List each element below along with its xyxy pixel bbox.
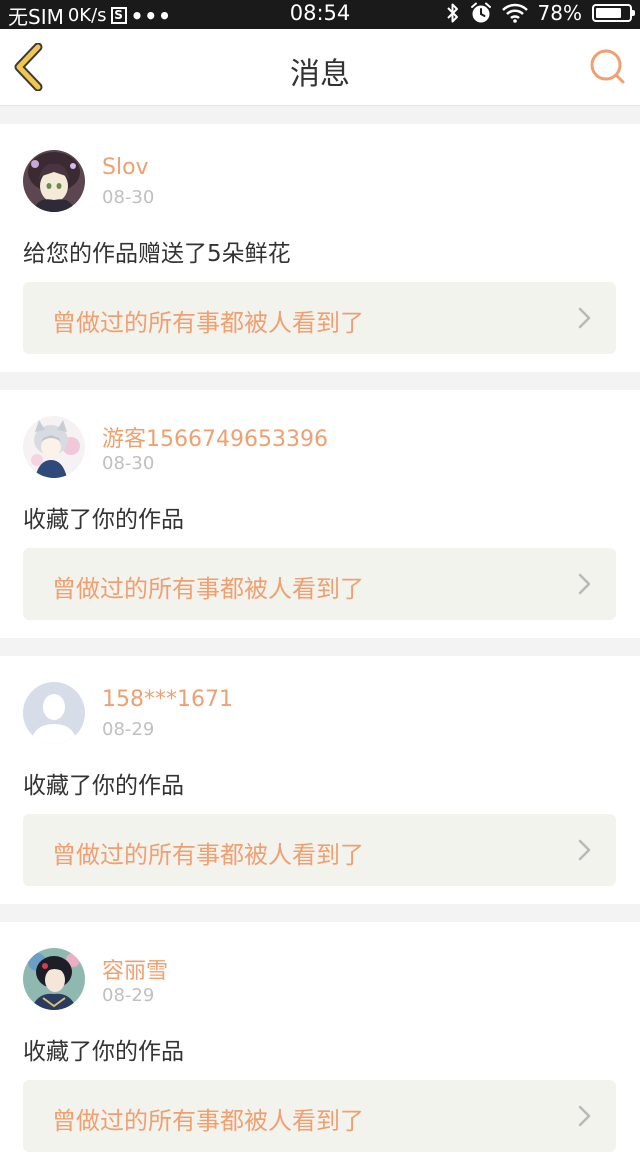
battery-icon <box>592 4 635 22</box>
search-icon <box>590 49 625 84</box>
battery-fill <box>596 8 621 18</box>
message-text: 收藏了你的作品 <box>23 507 184 533</box>
message-text: 给您的作品赠送了5朵鲜花 <box>23 241 291 267</box>
message-date: 08-29 <box>102 719 155 740</box>
work-title: 曾做过的所有事都被人看到了 <box>52 575 364 603</box>
anime-boy-avatar-icon <box>23 416 85 478</box>
work-link[interactable]: 曾做过的所有事都被人看到了 <box>23 548 616 620</box>
message-card: 容丽雪 08-29 收藏了你的作品 曾做过的所有事都被人看到了 <box>0 922 640 1170</box>
wifi-icon <box>501 3 528 23</box>
work-title: 曾做过的所有事都被人看到了 <box>52 1107 364 1135</box>
work-title: 曾做过的所有事都被人看到了 <box>52 309 364 337</box>
battery-percent: 78% <box>537 1 582 25</box>
message-date: 08-30 <box>102 187 155 208</box>
work-title: 曾做过的所有事都被人看到了 <box>52 841 364 869</box>
avatar[interactable] <box>23 682 85 744</box>
avatar[interactable] <box>23 150 85 212</box>
nav-bar: 消息 <box>0 29 640 106</box>
username[interactable]: 158***1671 <box>102 687 233 712</box>
message-text: 收藏了你的作品 <box>23 1039 184 1065</box>
status-bar: 无SIM 0K/s S ••• 08:54 78% <box>0 0 640 29</box>
anime-girl-avatar-icon <box>23 150 85 212</box>
status-right: 78% <box>446 1 635 25</box>
message-list: Slov 08-30 给您的作品赠送了5朵鲜花 曾做过的所有事都被人看到了 游客… <box>0 106 640 1170</box>
avatar[interactable] <box>23 948 85 1010</box>
message-card: 158***1671 08-29 收藏了你的作品 曾做过的所有事都被人看到了 <box>0 656 640 904</box>
message-card: 游客1566749653396 08-30 收藏了你的作品 曾做过的所有事都被人… <box>0 390 640 638</box>
username[interactable]: 游客1566749653396 <box>102 421 328 453</box>
message-text: 收藏了你的作品 <box>23 773 184 799</box>
default-user-avatar-icon <box>23 682 85 744</box>
username[interactable]: Slov <box>102 155 149 180</box>
message-date: 08-29 <box>102 985 155 1006</box>
message-date: 08-30 <box>102 453 155 474</box>
search-button[interactable] <box>586 45 630 89</box>
alarm-icon <box>470 2 491 23</box>
back-button[interactable] <box>10 42 54 92</box>
username[interactable]: 容丽雪 <box>102 953 168 985</box>
avatar[interactable] <box>23 416 85 478</box>
page-title: 消息 <box>290 57 350 92</box>
message-card: Slov 08-30 给您的作品赠送了5朵鲜花 曾做过的所有事都被人看到了 <box>0 124 640 372</box>
anime-character-avatar-icon <box>23 948 85 1010</box>
work-link[interactable]: 曾做过的所有事都被人看到了 <box>23 814 616 886</box>
chevron-left-icon <box>14 42 43 92</box>
chevron-right-icon <box>578 1105 591 1127</box>
chevron-right-icon <box>578 307 591 329</box>
work-link[interactable]: 曾做过的所有事都被人看到了 <box>23 282 616 354</box>
chevron-right-icon <box>578 839 591 861</box>
chevron-right-icon <box>578 573 591 595</box>
work-link[interactable]: 曾做过的所有事都被人看到了 <box>23 1080 616 1152</box>
bluetooth-icon <box>446 3 458 23</box>
